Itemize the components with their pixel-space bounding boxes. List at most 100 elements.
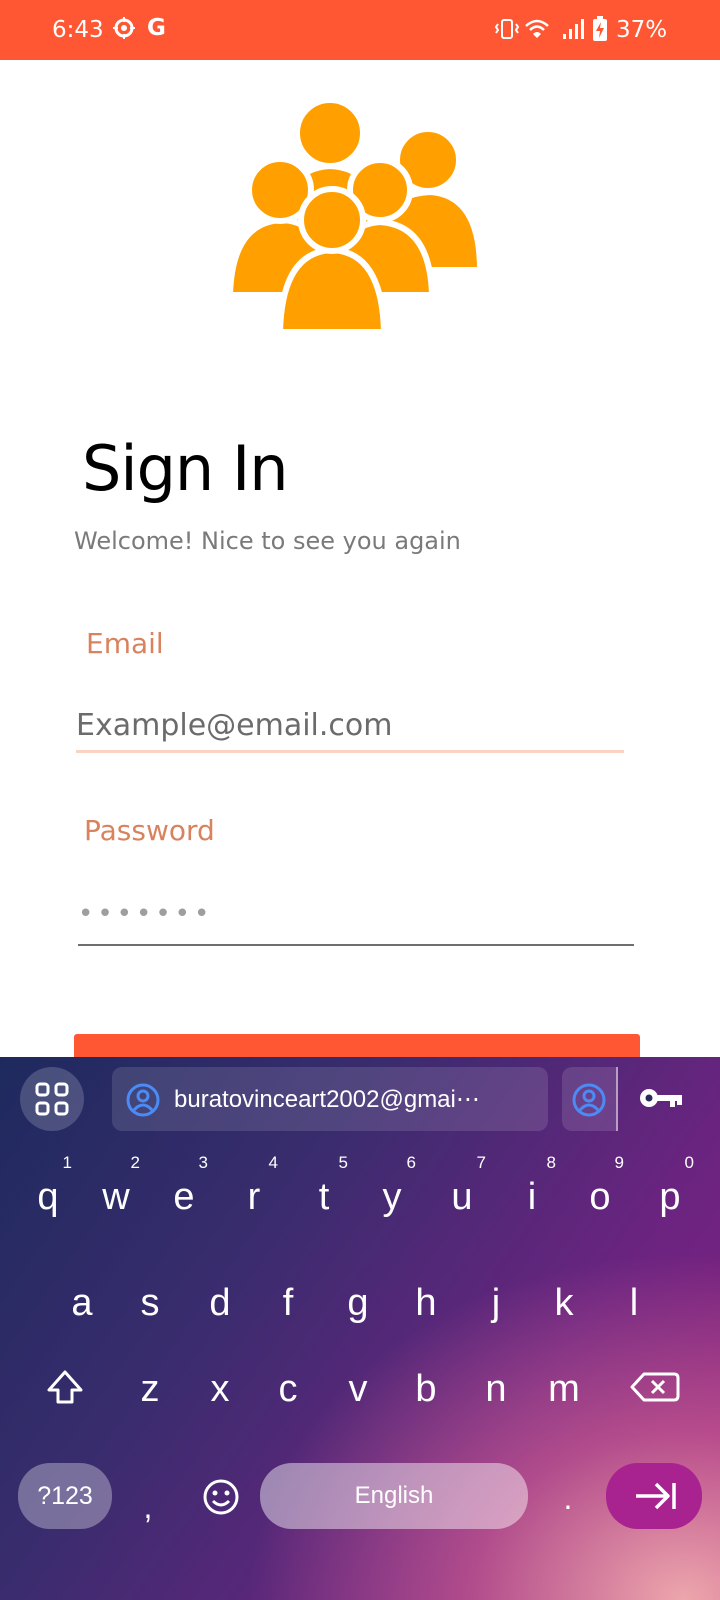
key-label: s [140,1282,160,1324]
welcome-subtitle: Welcome! Nice to see you again [74,527,461,555]
shift-key[interactable] [40,1352,90,1422]
soft-keyboard: buratovinceart2002@gmai⋯ q1w2e3r4t5y6u7i… [0,1057,720,1600]
status-time: 6:43 [52,17,104,43]
key-label: d [209,1282,231,1324]
next-field-key[interactable] [606,1463,702,1529]
key-label: c [278,1368,298,1410]
key-label: w [102,1176,130,1218]
gear-icon [113,17,135,39]
google-icon: G [147,15,166,41]
key-label: a [71,1282,93,1324]
key-label: b [415,1368,437,1410]
key-label: m [548,1368,580,1410]
keyboard-menu-button[interactable] [20,1067,84,1131]
key-b[interactable]: b [396,1349,456,1429]
autofill-suggestion[interactable]: buratovinceart2002@gmai⋯ [112,1067,548,1131]
key-k[interactable]: k [534,1263,594,1343]
battery-charging-icon [593,16,607,41]
key-a[interactable]: a [52,1263,112,1343]
wifi-icon [525,19,549,38]
key-hint: 7 [476,1153,486,1172]
key-label: u [451,1176,473,1218]
page-title: Sign In [82,432,289,505]
suggestion-bar: buratovinceart2002@gmai⋯ [0,1057,720,1149]
status-bar: 6:43 G 37% [0,0,720,60]
key-e[interactable]: e3 [154,1153,214,1237]
key-label: g [347,1282,369,1324]
vibrate-icon [494,19,520,39]
key-label: j [491,1282,501,1324]
key-label: n [485,1368,507,1410]
key-label: l [629,1282,639,1324]
key-label: v [348,1368,368,1410]
key-w[interactable]: w2 [86,1153,146,1237]
key-d[interactable]: d [190,1263,250,1343]
key-label: t [318,1176,330,1218]
key-g[interactable]: g [328,1263,388,1343]
key-r[interactable]: r4 [224,1153,284,1237]
key-y[interactable]: y6 [362,1153,422,1237]
key-hint: 1 [62,1153,72,1172]
key-label: x [210,1368,230,1410]
key-label: y [382,1176,402,1218]
key-x[interactable]: x [190,1349,250,1429]
password-field[interactable] [78,884,634,946]
key-u[interactable]: u7 [432,1153,492,1237]
key-hint: 4 [268,1153,278,1172]
email-field[interactable] [76,700,624,753]
key-hint: 8 [546,1153,556,1172]
key-hint: 9 [614,1153,624,1172]
key-t[interactable]: t5 [294,1153,354,1237]
account-circle-icon [126,1083,160,1117]
key-v[interactable]: v [328,1349,388,1429]
key-label: i [527,1176,537,1218]
comma-key[interactable]: , [128,1467,168,1537]
key-c[interactable]: c [258,1349,318,1429]
space-bar[interactable]: English [260,1463,528,1529]
password-key-icon[interactable] [638,1083,684,1113]
emoji-icon [203,1479,239,1515]
key-hint: 3 [198,1153,208,1172]
shift-icon [47,1370,83,1404]
backspace-icon [630,1372,680,1402]
emoji-key[interactable] [196,1467,246,1527]
key-label: q [37,1176,59,1218]
password-label: Password [84,814,215,847]
key-hint: 0 [684,1153,694,1172]
key-p[interactable]: p0 [640,1153,700,1237]
autofill-account-button[interactable] [562,1067,618,1131]
key-label: z [140,1368,160,1410]
key-hint: 6 [406,1153,416,1172]
email-label: Email [86,627,164,660]
key-label: k [554,1282,574,1324]
key-label: f [282,1282,294,1324]
key-f[interactable]: f [258,1263,318,1343]
users-group-logo [230,100,484,335]
key-i[interactable]: i8 [502,1153,562,1237]
period-key[interactable]: . [548,1463,588,1533]
key-o[interactable]: o9 [570,1153,630,1237]
key-q[interactable]: q1 [18,1153,78,1237]
key-l[interactable]: l [604,1263,664,1343]
key-label: h [415,1282,437,1324]
key-hint: 5 [338,1153,348,1172]
key-label: o [589,1176,611,1218]
key-h[interactable]: h [396,1263,456,1343]
key-j[interactable]: j [466,1263,526,1343]
autofill-suggestion-text: buratovinceart2002@gmai⋯ [174,1086,480,1113]
account-circle-icon [572,1083,606,1117]
battery-percentage: 37% [616,17,668,43]
key-label: e [173,1176,195,1218]
grid-icon [35,1082,69,1116]
key-z[interactable]: z [120,1349,180,1429]
key-n[interactable]: n [466,1349,526,1429]
key-label: p [659,1176,681,1218]
signal-icon [563,19,584,39]
key-hint: 2 [130,1153,140,1172]
key-s[interactable]: s [120,1263,180,1343]
key-label: r [247,1176,261,1218]
key-m[interactable]: m [534,1349,594,1429]
backspace-key[interactable] [624,1352,684,1422]
symbols-key[interactable]: ?123 [18,1463,112,1529]
tab-arrow-icon [636,1482,676,1510]
